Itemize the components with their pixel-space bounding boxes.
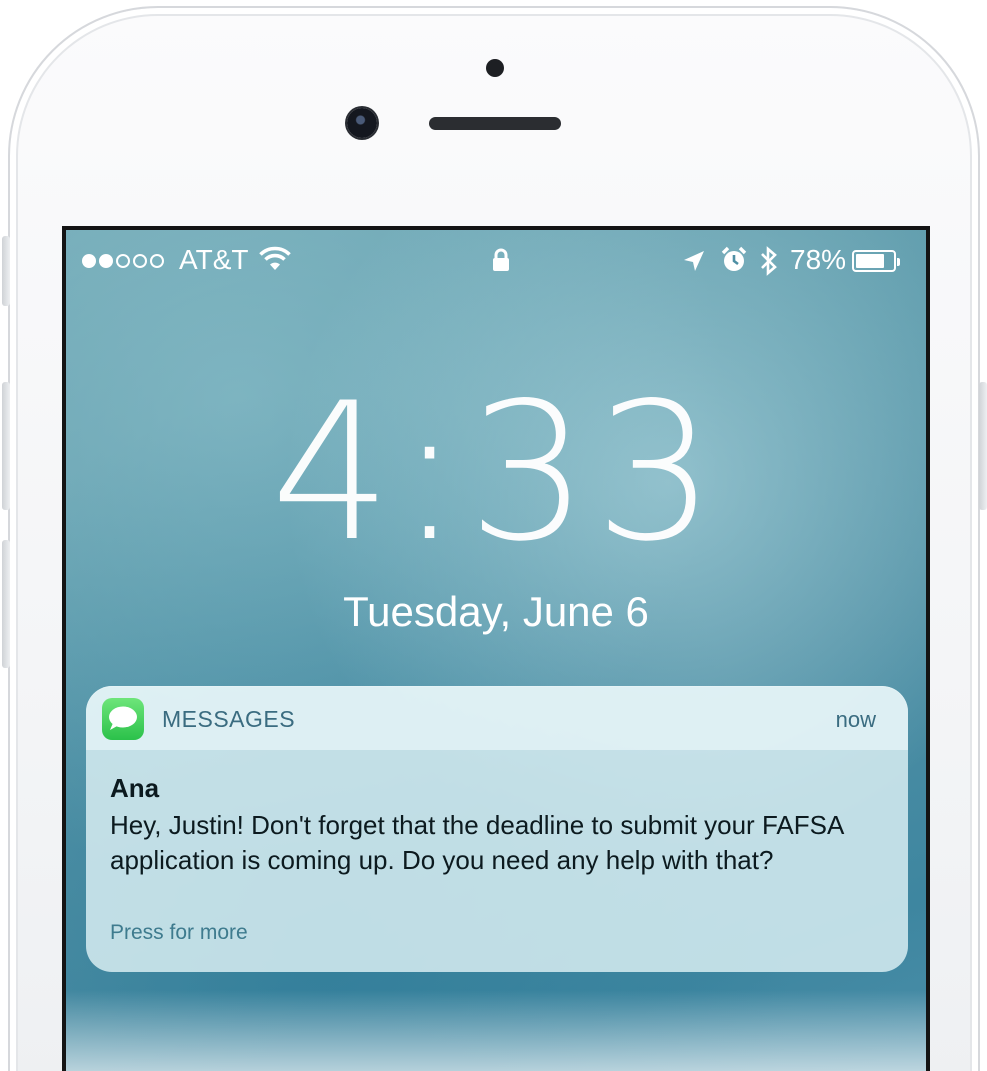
- power-button: [979, 382, 987, 510]
- location-arrow-icon: [682, 249, 706, 280]
- press-for-more-hint[interactable]: Press for more: [110, 921, 248, 945]
- signal-dot: [116, 254, 130, 268]
- proximity-sensor: [486, 59, 504, 77]
- wifi-icon: [258, 246, 292, 279]
- signal-strength-icon: [82, 254, 164, 268]
- carrier-name: AT&T: [179, 244, 249, 275]
- notification-header: MESSAGES now: [86, 686, 908, 750]
- bluetooth-icon: [758, 246, 780, 283]
- lock-screen: AT&T 78% 4:33 Tuesday, June 6 MESSAGES n…: [62, 226, 930, 1071]
- earpiece-speaker: [429, 117, 561, 130]
- bottom-fade: [66, 990, 926, 1071]
- volume-down-button: [2, 540, 10, 668]
- battery-nub: [897, 258, 900, 266]
- signal-dot: [99, 254, 113, 268]
- notification-timestamp: now: [835, 707, 876, 732]
- notification-body: Hey, Justin! Don't forget that the deadl…: [110, 810, 843, 875]
- battery-fill: [856, 254, 885, 268]
- messages-icon: [102, 698, 144, 740]
- alarm-clock-icon: [720, 246, 748, 281]
- message-notification[interactable]: MESSAGES now Ana Hey, Justin! Don't forg…: [86, 686, 908, 972]
- signal-dot: [150, 254, 164, 268]
- front-camera: [347, 108, 377, 138]
- battery-percentage: 78%: [790, 244, 847, 275]
- volume-up-button: [2, 382, 10, 510]
- signal-dot: [82, 254, 96, 268]
- status-bar: AT&T 78%: [66, 230, 926, 290]
- lock-icon: [490, 248, 512, 279]
- signal-dot: [133, 254, 147, 268]
- notification-sender: Ana: [110, 773, 160, 803]
- battery-icon: [852, 250, 900, 272]
- notification-app-name: MESSAGES: [162, 706, 296, 732]
- clock-date: Tuesday, June 6: [343, 588, 649, 635]
- clock-time: 4:33: [270, 362, 722, 583]
- mute-switch: [2, 236, 10, 306]
